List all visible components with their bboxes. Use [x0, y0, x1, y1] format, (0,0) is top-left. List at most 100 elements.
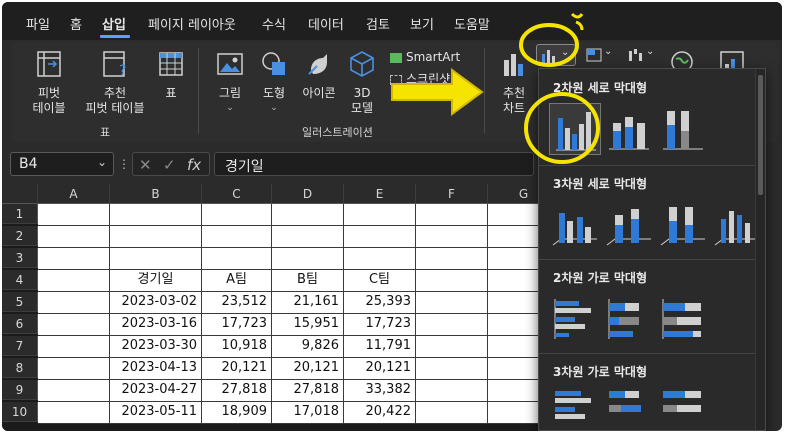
grid-cell[interactable]: [416, 204, 488, 226]
grid-cell[interactable]: 20,121: [202, 358, 272, 380]
name-box[interactable]: B4 ⌄: [10, 152, 114, 176]
grid-cell[interactable]: 20,121: [344, 358, 416, 380]
grid-cell[interactable]: A팀: [202, 270, 272, 292]
menu-page-layout[interactable]: 페이지 레이아웃: [148, 14, 236, 33]
grid-cell[interactable]: [488, 358, 542, 380]
grid-cell[interactable]: 10,918: [202, 336, 272, 358]
grid-cell[interactable]: [38, 314, 110, 336]
grid-cell[interactable]: 23,512: [202, 292, 272, 314]
grid-cell[interactable]: [38, 336, 110, 358]
grid-cell[interactable]: [110, 248, 202, 270]
row-header[interactable]: 6: [2, 314, 38, 334]
grid-cell[interactable]: [488, 270, 542, 292]
formula-input[interactable]: 경기일: [214, 152, 534, 176]
3d-clustered-bar-option[interactable]: [549, 385, 601, 431]
3d-stacked-column-option[interactable]: [603, 199, 655, 251]
smartart-button[interactable]: SmartArt: [390, 50, 466, 65]
grid-cell[interactable]: 2023-05-11: [110, 402, 202, 424]
grid-cell[interactable]: 2023-04-13: [110, 358, 202, 380]
row-header[interactable]: 8: [2, 358, 38, 378]
grid-cell[interactable]: [416, 248, 488, 270]
grid-cell[interactable]: 27,818: [202, 380, 272, 402]
grid-cell[interactable]: [416, 292, 488, 314]
recommended-pivot-button[interactable]: ? 추천 피벗 테이블: [80, 50, 150, 116]
grid-cell[interactable]: [38, 226, 110, 248]
grid-cell[interactable]: [272, 248, 344, 270]
grid-cell[interactable]: [416, 358, 488, 380]
menu-home[interactable]: 홈: [70, 14, 82, 33]
menu-file[interactable]: 파일: [26, 14, 50, 33]
grid-cell[interactable]: 2023-03-30: [110, 336, 202, 358]
row-header[interactable]: 1: [2, 204, 38, 224]
clustered-bar-option[interactable]: [549, 293, 601, 345]
grid-cell[interactable]: 25,393: [344, 292, 416, 314]
dropdown-scrollbar[interactable]: [755, 69, 765, 430]
3d-stacked-bar-option[interactable]: [603, 385, 655, 431]
grid-cell[interactable]: 9,826: [272, 336, 344, 358]
column-header-d[interactable]: D: [272, 184, 344, 204]
column-header-e[interactable]: E: [344, 184, 416, 204]
more-options-icon[interactable]: ⋮: [118, 157, 130, 171]
menu-help[interactable]: 도움말: [454, 14, 490, 33]
menu-data[interactable]: 데이터: [308, 14, 344, 33]
row-header[interactable]: 4: [2, 270, 38, 290]
grid-cell[interactable]: 11,791: [344, 336, 416, 358]
grid-cell[interactable]: 18,909: [202, 402, 272, 424]
grid-cell[interactable]: 경기일: [110, 270, 202, 292]
clustered-column-option[interactable]: [549, 103, 601, 155]
pivot-table-button[interactable]: 피벗 테이블: [24, 50, 74, 116]
grid-cell[interactable]: [416, 336, 488, 358]
cancel-icon[interactable]: ✕: [139, 156, 152, 174]
grid-cell[interactable]: [202, 248, 272, 270]
grid-cell[interactable]: 21,161: [272, 292, 344, 314]
grid-cell[interactable]: [488, 204, 542, 226]
grid-cell[interactable]: [416, 226, 488, 248]
3d-clustered-column-option[interactable]: [549, 199, 601, 251]
grid-cell[interactable]: 17,723: [202, 314, 272, 336]
100-stacked-bar-option[interactable]: [657, 293, 709, 345]
100-stacked-column-option[interactable]: [657, 103, 709, 155]
grid-cell[interactable]: 15,951: [272, 314, 344, 336]
grid-cell[interactable]: [488, 292, 542, 314]
grid-cell[interactable]: 2023-03-16: [110, 314, 202, 336]
grid-cell[interactable]: [488, 336, 542, 358]
waterfall-chart-button[interactable]: ⌄: [624, 44, 660, 66]
grid-cell[interactable]: [344, 248, 416, 270]
grid-cell[interactable]: [38, 204, 110, 226]
grid-cell[interactable]: [272, 226, 344, 248]
grid-cell[interactable]: [488, 226, 542, 248]
grid-cell[interactable]: [416, 314, 488, 336]
grid-cell[interactable]: [488, 248, 542, 270]
stacked-bar-option[interactable]: [603, 293, 655, 345]
column-header-b[interactable]: B: [110, 184, 202, 204]
grid-cell[interactable]: 27,818: [272, 380, 344, 402]
menu-view[interactable]: 보기: [410, 14, 434, 33]
grid-cell[interactable]: [38, 402, 110, 424]
screenshot-button[interactable]: 스크린샷: [390, 72, 470, 87]
grid-cell[interactable]: 20,422: [344, 402, 416, 424]
grid-cell[interactable]: [416, 270, 488, 292]
grid-cell[interactable]: [110, 226, 202, 248]
3d-model-button[interactable]: 3D 모델: [344, 50, 380, 116]
grid-cell[interactable]: 17,723: [344, 314, 416, 336]
grid-cell[interactable]: [488, 314, 542, 336]
grid-cell[interactable]: [416, 380, 488, 402]
grid-cell[interactable]: 33,382: [344, 380, 416, 402]
insert-function-icon[interactable]: fx: [187, 156, 201, 174]
grid-cell[interactable]: C팀: [344, 270, 416, 292]
grid-cell[interactable]: [344, 226, 416, 248]
grid-cell[interactable]: [38, 358, 110, 380]
grid-cell[interactable]: [38, 292, 110, 314]
grid-cell[interactable]: [38, 248, 110, 270]
row-header[interactable]: 3: [2, 248, 38, 268]
scrollbar-thumb[interactable]: [758, 75, 763, 195]
row-header[interactable]: 7: [2, 336, 38, 356]
grid-cell[interactable]: [488, 380, 542, 402]
table-button[interactable]: 표: [156, 50, 186, 101]
grid-cell[interactable]: [110, 204, 202, 226]
grid-cell[interactable]: 2023-04-27: [110, 380, 202, 402]
menu-insert[interactable]: 삽입: [102, 14, 126, 33]
column-header-f[interactable]: F: [416, 184, 488, 204]
row-header[interactable]: 9: [2, 380, 38, 400]
grid-cell[interactable]: [202, 226, 272, 248]
